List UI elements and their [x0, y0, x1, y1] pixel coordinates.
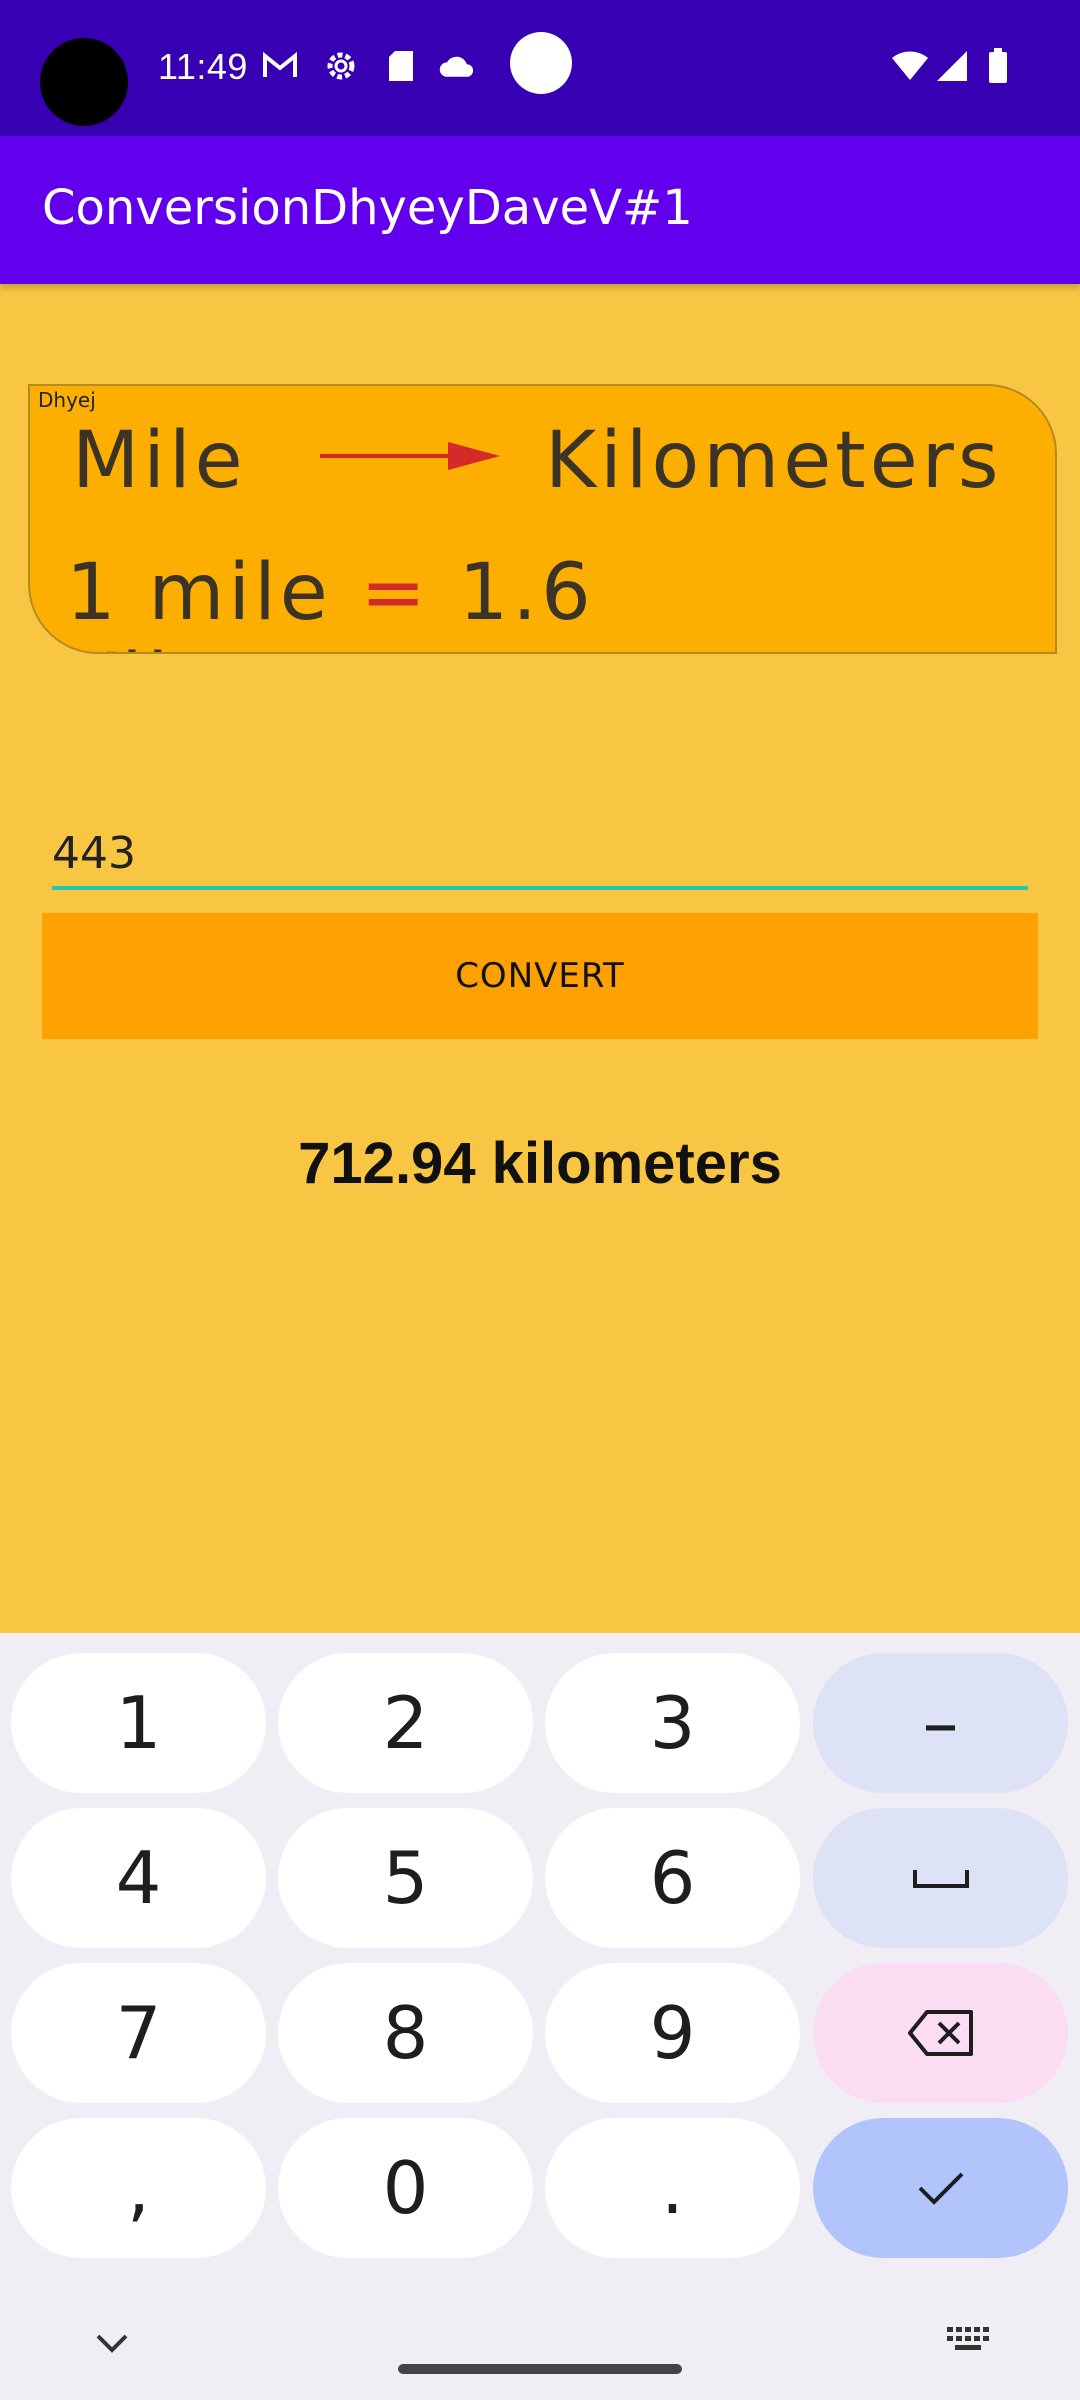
- camera-cutout: [40, 38, 128, 126]
- key-minus[interactable]: –: [813, 1653, 1068, 1793]
- backspace-icon: [907, 2010, 973, 2056]
- sd-card-icon: [383, 48, 419, 84]
- app-title: ConversionDhyeyDaveV#1: [42, 180, 693, 236]
- settings-icon: [323, 48, 359, 84]
- key-9[interactable]: 9: [545, 1963, 800, 2103]
- status-bar: 11:49: [0, 0, 1080, 136]
- key-space[interactable]: [813, 1808, 1068, 1948]
- key-1[interactable]: 1: [11, 1653, 266, 1793]
- key-5[interactable]: 5: [278, 1808, 533, 1948]
- key-6[interactable]: 6: [545, 1808, 800, 1948]
- key-3[interactable]: 3: [545, 1653, 800, 1793]
- gmail-icon: [262, 48, 298, 84]
- convert-button[interactable]: CONVERT: [42, 913, 1038, 1039]
- banner-rate-left: 1 mile: [66, 548, 361, 638]
- arrow-right-icon: [320, 442, 500, 470]
- numeric-keyboard: 1 2 3 – 4 5 6 7 8 9 , 0 .: [0, 1633, 1080, 2400]
- banner-signature: Dhyej: [38, 388, 96, 412]
- chevron-down-icon[interactable]: [92, 2328, 132, 2358]
- signal-icon: [934, 48, 970, 84]
- battery-icon: [980, 48, 1016, 84]
- banner-kilometers-label: Kilometers: [545, 416, 1003, 506]
- notification-dot: [510, 32, 572, 94]
- key-2[interactable]: 2: [278, 1653, 533, 1793]
- key-8[interactable]: 8: [278, 1963, 533, 2103]
- wifi-icon: [890, 48, 930, 84]
- result-text: 712.94 kilometers: [298, 1131, 782, 1196]
- checkmark-icon: [918, 2172, 963, 2205]
- keyboard-icon[interactable]: [945, 2323, 991, 2359]
- banner-mile-label: Mile: [72, 416, 247, 506]
- app-bar: ConversionDhyeyDaveV#1: [0, 136, 1080, 284]
- banner-rate-equals: =: [360, 548, 430, 638]
- key-done[interactable]: [813, 2118, 1068, 2258]
- miles-input[interactable]: [52, 820, 1028, 890]
- space-icon: [912, 1870, 969, 1888]
- home-indicator[interactable]: [398, 2364, 682, 2374]
- key-7[interactable]: 7: [11, 1963, 266, 2103]
- key-period[interactable]: .: [545, 2118, 800, 2258]
- key-4[interactable]: 4: [11, 1808, 266, 1948]
- key-backspace[interactable]: [813, 1963, 1068, 2103]
- cloud-icon: [438, 48, 474, 84]
- key-comma[interactable]: ,: [11, 2118, 266, 2258]
- conversion-banner-image: Dhyej Mile Kilometers 1 mile = 1.6 Kilom…: [28, 384, 1057, 654]
- status-time: 11:49: [158, 46, 248, 87]
- key-0[interactable]: 0: [278, 2118, 533, 2258]
- banner-conversion-rate: 1 mile = 1.6 Kilometers: [66, 548, 1055, 652]
